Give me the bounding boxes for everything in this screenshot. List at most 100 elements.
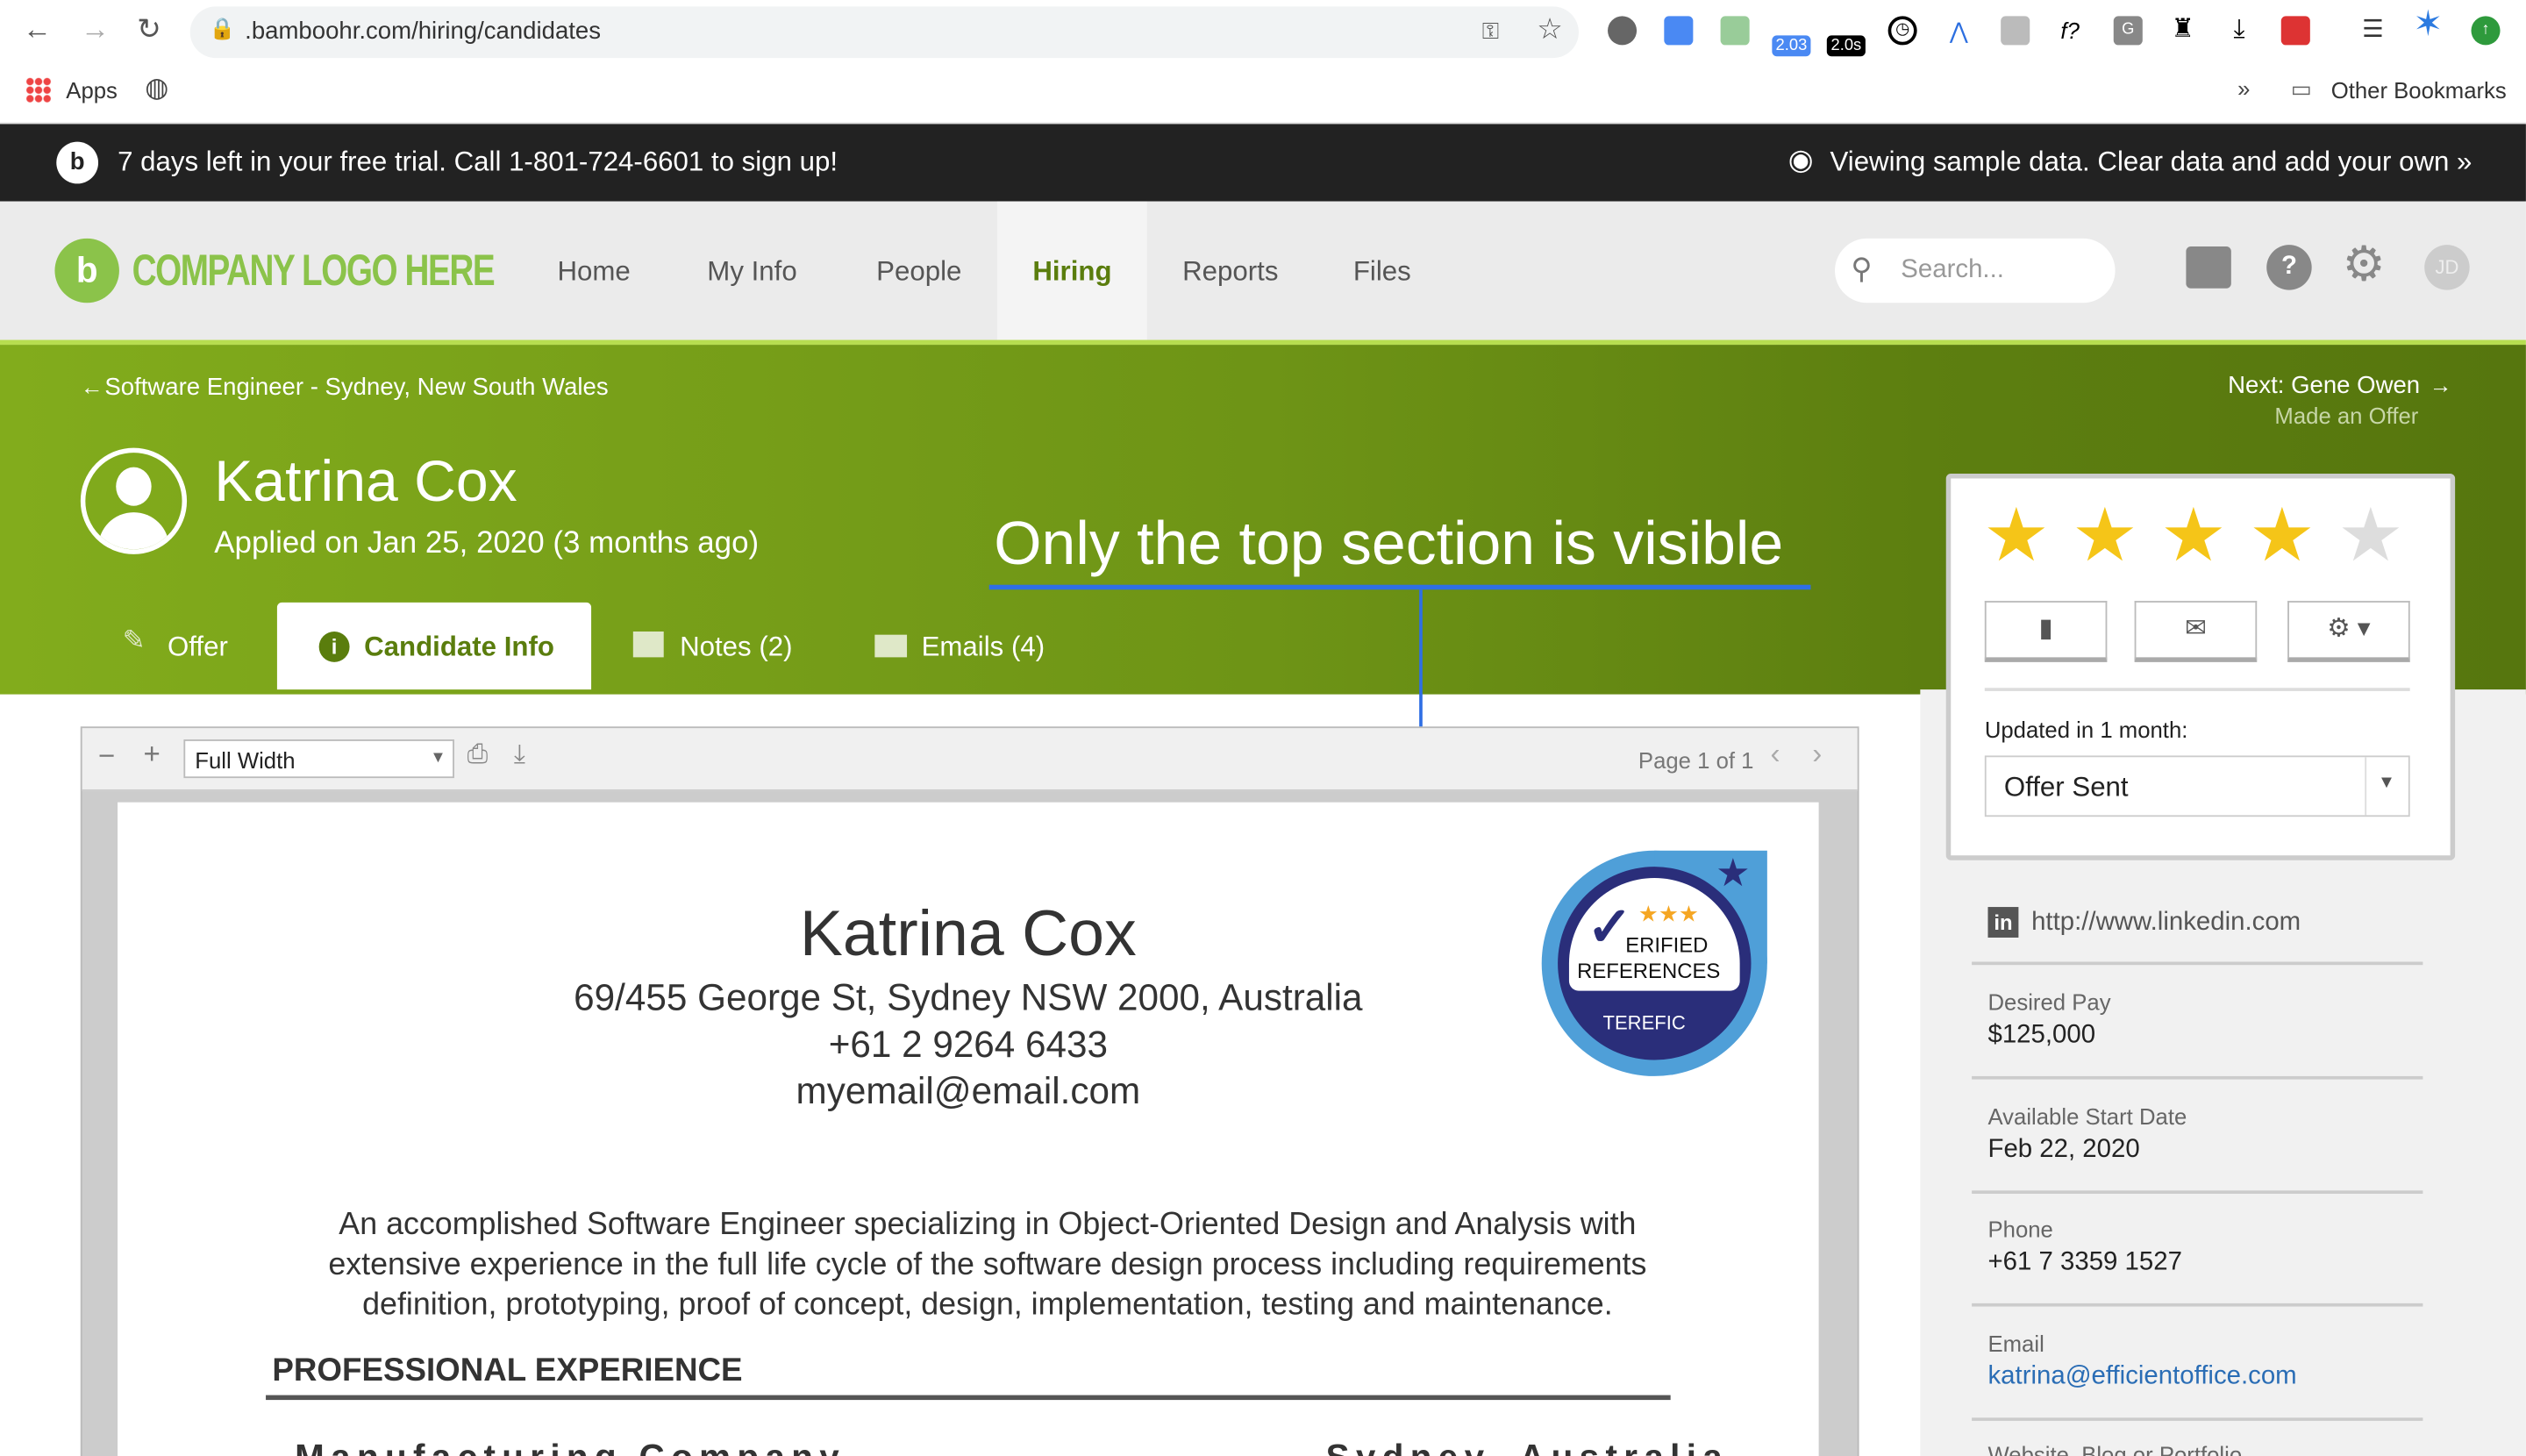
verified-references-badge: ✓ ★★★ ERIFIED REFERENCES TEREFIC ★ xyxy=(1541,850,1767,1076)
zoom-select[interactable]: Full Width ▼ xyxy=(183,739,454,779)
company-location: Sydney, Australia xyxy=(1326,1437,1730,1456)
extension-icon[interactable]: ♜ xyxy=(2168,16,2197,45)
help-icon[interactable]: ? xyxy=(2266,245,2312,290)
star-1[interactable]: ★ xyxy=(1983,491,2050,578)
tab-label: Notes (2) xyxy=(680,631,793,662)
extension-icon[interactable]: f? xyxy=(2055,16,2085,46)
nav-files[interactable]: Files xyxy=(1353,256,1411,289)
zoom-in-icon[interactable]: + xyxy=(143,738,160,772)
back-icon[interactable]: ← xyxy=(23,13,52,47)
extension-icon[interactable] xyxy=(1720,16,1750,46)
clock-icon[interactable]: ◷ xyxy=(1887,16,1917,46)
star-4[interactable]: ★ xyxy=(2249,491,2316,578)
nav-hiring[interactable]: Hiring xyxy=(1032,256,1111,289)
annotation-text: Only the top section is visible xyxy=(994,510,1784,579)
extension-icon[interactable] xyxy=(1664,16,1694,46)
status-select[interactable]: Offer Sent ▼ xyxy=(1984,755,2410,817)
settings-gear-icon[interactable]: ⚙ xyxy=(2343,237,2386,293)
next-candidate-link[interactable]: Next: Gene Owen xyxy=(2228,372,2420,399)
rating-status-card: ★ ★ ★ ★ ★ ▮ ✉ ⚙ ▾ Updated in 1 month: Of… xyxy=(1945,473,2456,860)
status-value: Offer Sent xyxy=(2003,771,2129,803)
more-bookmarks[interactable]: » xyxy=(2237,75,2250,101)
company-name: Manufacturing Company xyxy=(295,1437,846,1456)
job-back-link[interactable]: Software Engineer - Sydney, New South Wa… xyxy=(104,374,608,401)
bookmark-star-icon[interactable]: ☆ xyxy=(1537,13,1563,47)
page-indicator: Page 1 of 1 xyxy=(1638,747,1754,774)
print-icon[interactable]: ⎙ xyxy=(467,741,489,770)
envelope-icon xyxy=(874,634,908,658)
url-text: .bamboohr.com/hiring/candidates xyxy=(245,18,602,46)
other-bookmarks[interactable]: Other Bookmarks xyxy=(2331,77,2507,103)
website: Website, Blog or Portfolio xyxy=(1987,1441,2243,1456)
address-bar[interactable]: 🔒 .bamboohr.com/hiring/candidates ⚿ ☆ xyxy=(189,6,1579,59)
apps-bookmark[interactable]: Apps xyxy=(66,77,118,103)
prev-page-icon[interactable]: ‹ xyxy=(1771,738,1780,772)
update-icon[interactable]: ↑ xyxy=(2471,16,2501,46)
calendar-icon[interactable] xyxy=(2280,16,2310,46)
badge-stars-icon: ★★★ xyxy=(1638,900,1700,927)
top-nav: b COMPANY LOGO HERE Home My Info People … xyxy=(0,201,2526,340)
browser-chrome: ← → ↻ 🔒 .bamboohr.com/hiring/candidates … xyxy=(0,0,2526,125)
tab-candidate-info[interactable]: i Candidate Info xyxy=(276,602,592,690)
globe-icon[interactable]: ◍ xyxy=(145,73,168,105)
linkedin-link[interactable]: http://www.linkedin.com xyxy=(2031,909,2301,938)
nav-home[interactable]: Home xyxy=(557,256,630,289)
search-input[interactable]: ⚲ Search... xyxy=(1835,238,2116,303)
star-2[interactable]: ★ xyxy=(2072,491,2138,578)
forward-icon[interactable]: → xyxy=(81,13,110,47)
search-placeholder: Search... xyxy=(1901,256,2004,284)
back-arrow-icon: ← xyxy=(80,374,103,400)
star-3[interactable]: ★ xyxy=(2160,491,2227,578)
inbox-icon[interactable] xyxy=(2186,246,2231,289)
extension-badge[interactable]: 2.0s xyxy=(1826,35,1866,57)
zoom-out-icon[interactable]: − xyxy=(98,739,115,774)
sample-data-link[interactable]: Viewing sample data. Clear data and add … xyxy=(1830,146,2472,179)
resume-email: myemail@email.com xyxy=(796,1069,1141,1112)
lock-icon: 🔒 xyxy=(209,16,236,40)
note-icon xyxy=(632,631,664,658)
resume-page: Katrina Cox 69/455 George St, Sydney NSW… xyxy=(118,802,1819,1456)
key-icon[interactable]: ⚿ xyxy=(1482,18,1500,45)
trial-message: 7 days left in your free trial. Call 1-8… xyxy=(118,146,838,178)
playlist-icon[interactable]: ☰ xyxy=(2358,16,2387,45)
nav-reports[interactable]: Reports xyxy=(1182,256,1278,289)
settings-dropdown-button[interactable]: ⚙ ▾ xyxy=(2287,601,2410,662)
company-logo[interactable]: COMPANY LOGO HERE xyxy=(132,246,496,296)
resume-summary: An accomplished Software Engineer specia… xyxy=(328,1206,1647,1323)
next-arrow-icon: → xyxy=(2429,372,2452,398)
extension-icon[interactable]: ⋀ xyxy=(1944,16,1973,45)
star-extension-icon[interactable]: ✶ xyxy=(2413,5,2443,40)
candidate-avatar xyxy=(80,447,188,554)
next-candidate-status: Made an Offer xyxy=(2274,403,2419,429)
badge-text: REFERENCES xyxy=(1577,958,1721,983)
next-page-icon[interactable]: › xyxy=(1812,738,1822,772)
star-5[interactable]: ★ xyxy=(2337,491,2404,578)
reload-icon[interactable]: ↻ xyxy=(137,13,161,47)
email-link[interactable]: katrina@efficientoffice.com xyxy=(1987,1363,2471,1392)
chevron-down-icon: ▼ xyxy=(2377,773,2395,793)
apps-grid-icon xyxy=(25,77,52,103)
nav-people[interactable]: People xyxy=(876,256,961,289)
download-icon[interactable]: ⤓ xyxy=(2224,16,2253,45)
badge-brand: TEREFIC xyxy=(1602,1011,1686,1035)
screen: ← → ↻ 🔒 .bamboohr.com/hiring/candidates … xyxy=(0,0,2526,1456)
start-date: Available Start Date Feb 22, 2020 xyxy=(1987,1103,2187,1164)
extension-icon[interactable] xyxy=(1608,16,1638,46)
pen-icon: ✎ xyxy=(122,625,146,656)
applied-date: Applied on Jan 25, 2020 (3 months ago) xyxy=(214,526,760,561)
extension-icon[interactable] xyxy=(2001,16,2030,46)
folder-icon: ▭ xyxy=(2290,75,2313,102)
extension-badge[interactable]: 2.03 xyxy=(1772,35,1811,57)
updated-label: Updated in 1 month: xyxy=(1984,717,2188,743)
logo-icon: b xyxy=(54,238,119,303)
tab-label: Emails (4) xyxy=(921,631,1045,662)
extension-icon[interactable]: G xyxy=(2113,16,2143,46)
user-avatar[interactable]: JD xyxy=(2424,245,2470,290)
send-email-button[interactable]: ✉ xyxy=(2134,601,2258,662)
trial-bar: b 7 days left in your free trial. Call 1… xyxy=(0,124,2526,202)
nav-my-info[interactable]: My Info xyxy=(707,256,796,289)
add-note-button[interactable]: ▮ xyxy=(1984,601,2108,662)
desired-pay: Desired Pay $125,000 xyxy=(1987,989,2111,1049)
download-icon[interactable]: ⤓ xyxy=(514,741,525,770)
email: Email katrina@efficientoffice.com xyxy=(1987,1331,2471,1392)
